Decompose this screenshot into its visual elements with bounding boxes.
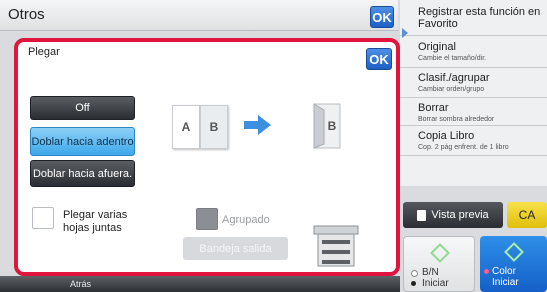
illustration-page-b: B <box>200 105 228 149</box>
color-start-button[interactable]: Color Iniciar <box>480 236 547 292</box>
fold-outward-button[interactable]: Doblar hacia afuera. <box>30 160 135 187</box>
header-ok-button[interactable]: OK <box>370 6 394 28</box>
printer-icon <box>313 225 359 267</box>
grouped-label: Agrupado <box>222 214 270 226</box>
color-label: Color <box>492 266 516 277</box>
menu-item-subtitle: Cop. 2 pág enfrent. de 1 libro <box>418 144 509 151</box>
fold-inward-button[interactable]: Doblar hacia adentro <box>30 127 135 156</box>
preview-label: Vista previa <box>431 209 489 221</box>
menu-item-title: Copia Libro <box>418 130 475 142</box>
clear-all-button[interactable]: CA <box>507 202 547 228</box>
menu-item-title: Registrar esta función en Favorito <box>418 6 541 30</box>
color-start-label: Iniciar <box>492 277 519 288</box>
right-menu: Registrar esta función en Favorito Origi… <box>400 0 547 186</box>
bw-start-label: Iniciar <box>422 278 449 289</box>
start-diamond-icon <box>504 242 524 262</box>
bw-label: B/N <box>422 267 439 278</box>
menu-item-borrar[interactable]: Borrar Borrar sombra alrededor <box>400 98 547 126</box>
multi-sheet-checkbox[interactable] <box>32 207 54 229</box>
preview-icon <box>417 209 427 221</box>
color-indicator-icon <box>484 269 489 274</box>
menu-item-original[interactable]: Original Cambie el tamaño/dir. <box>400 36 547 68</box>
menu-item-title: Clasif./agrupar <box>418 72 490 84</box>
menu-expand-arrow-icon[interactable] <box>402 28 408 38</box>
folded-sheet-letter: B <box>328 119 337 133</box>
menu-item-subtitle: Borrar sombra alrededor <box>418 116 495 123</box>
start-diamond-icon <box>430 243 450 263</box>
bottom-bar <box>0 276 400 292</box>
menu-item-clasif[interactable]: Clasif./agrupar Cambiar orden/grupo <box>400 68 547 98</box>
illustration-page-a: A <box>172 105 200 149</box>
bw-indicator-icon <box>411 270 418 277</box>
bw-start-button[interactable]: B/N Iniciar <box>403 236 475 292</box>
menu-item-title: Borrar <box>418 102 449 114</box>
folded-sheet-icon: B <box>313 103 341 149</box>
page-title: Otros <box>8 6 45 23</box>
menu-item-title: Original <box>418 41 456 53</box>
preview-button[interactable]: Vista previa <box>403 202 503 228</box>
back-button[interactable]: Atrás <box>70 279 91 289</box>
panel-ok-button[interactable]: OK <box>366 48 392 70</box>
multi-sheet-label: Plegar varias hojas juntas <box>63 209 128 234</box>
fold-off-button[interactable]: Off <box>30 96 135 120</box>
panel-title: Plegar <box>28 46 60 58</box>
menu-item-favorito[interactable]: Registrar esta función en Favorito <box>400 0 547 36</box>
arrow-right-icon <box>244 115 271 135</box>
menu-item-subtitle: Cambie el tamaño/dir. <box>418 55 487 62</box>
grouped-checkbox <box>196 208 218 230</box>
menu-item-subtitle: Cambiar orden/grupo <box>418 86 485 93</box>
output-tray-button: Bandeja salida <box>183 237 288 260</box>
header-bar <box>0 0 398 31</box>
menu-item-copia-libro[interactable]: Copia Libro Cop. 2 pág enfrent. de 1 lib… <box>400 126 547 156</box>
bw-dot-icon <box>411 281 416 286</box>
